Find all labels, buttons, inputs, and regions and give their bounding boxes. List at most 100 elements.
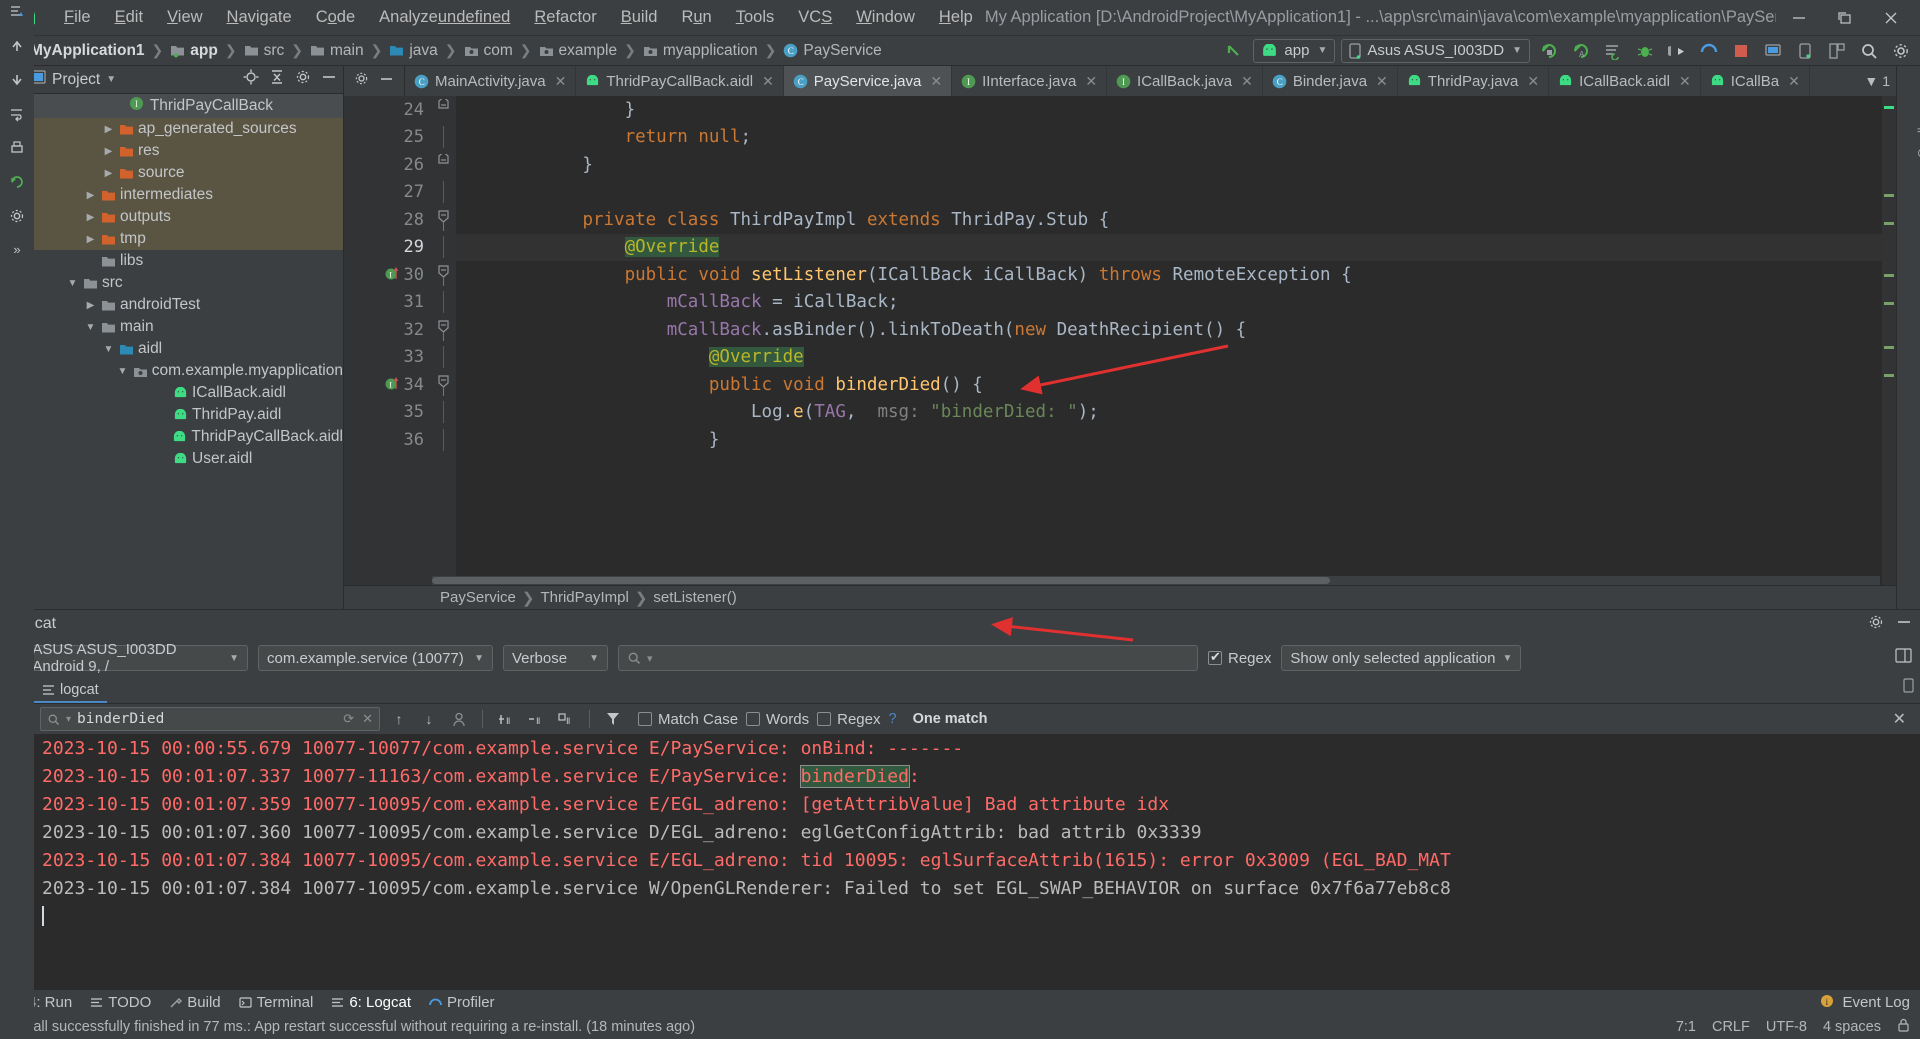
logcat-output[interactable]: 2023-10-15 00:00:55.679 10077-10077/com.… <box>34 734 1920 989</box>
code-line[interactable]: mCallBack = iCallBack; <box>456 289 1896 317</box>
line-number[interactable]: I 34 <box>344 371 430 399</box>
menu-analyze[interactable]: Analyzeundefined <box>367 5 522 30</box>
profiler-icon[interactable] <box>1696 39 1722 63</box>
tree-item-thridpay-aidl[interactable]: ThridPay.aidl <box>24 404 343 426</box>
editor-tab-binder-java[interactable]: C Binder.java ✕ <box>1263 66 1398 96</box>
tree-item-src[interactable]: ▼ src <box>24 272 343 294</box>
tree-item-aidl[interactable]: ▼ aidl <box>24 338 343 360</box>
breadcrumb-item-example[interactable]: example <box>539 42 617 60</box>
code-line[interactable] <box>456 179 1896 207</box>
chevron-collapsed-icon[interactable]: ▶ <box>84 212 97 223</box>
menu-file[interactable]: File <box>52 5 103 30</box>
tool-window-build[interactable]: Build <box>169 994 221 1011</box>
editor-tab-icallback-aidl[interactable]: ICallBack.aidl ✕ <box>1549 66 1701 96</box>
menu-navigate[interactable]: Navigate <box>215 5 304 30</box>
fold-marker[interactable] <box>430 289 456 317</box>
log-line[interactable]: 2023-10-15 00:01:07.337 10077-11163/com.… <box>34 762 1920 790</box>
fold-marker[interactable] <box>430 344 456 372</box>
close-icon[interactable]: ✕ <box>930 73 942 90</box>
menu-tools[interactable]: Tools <box>724 5 787 30</box>
remove-occurrence-icon[interactable]: Ⅱ <box>525 708 547 730</box>
fold-marker[interactable] <box>430 206 456 234</box>
fold-marker[interactable] <box>430 426 456 454</box>
fold-marker[interactable] <box>430 124 456 152</box>
error-stripe[interactable] <box>1882 96 1896 585</box>
menu-help[interactable]: Help <box>927 5 985 30</box>
down-icon[interactable] <box>9 72 25 93</box>
fold-marker[interactable] <box>430 151 456 179</box>
code-content[interactable]: } return null; } private class ThirdPayI… <box>456 96 1896 585</box>
close-icon[interactable]: ✕ <box>362 711 373 727</box>
chevron-down-icon[interactable]: ▼ <box>1864 73 1878 89</box>
tree-item-icallback-aidl[interactable]: ICallBack.aidl <box>24 382 343 404</box>
select-all-occurrences-icon[interactable]: Ⅱ <box>555 708 577 730</box>
line-number[interactable]: 31 <box>344 289 430 317</box>
run-with-coverage-icon[interactable]: A <box>1568 39 1594 63</box>
settings-icon[interactable] <box>354 71 369 91</box>
menu-run[interactable]: Run <box>669 5 723 30</box>
code-line[interactable]: @Override <box>456 344 1896 372</box>
fold-marker[interactable] <box>430 371 456 399</box>
tree-item-thridpaycallback-aidl[interactable]: ThridPayCallBack.aidl <box>24 426 343 448</box>
close-icon[interactable]: ✕ <box>1788 73 1800 90</box>
tool-window-terminal[interactable]: Terminal <box>239 994 313 1011</box>
caret-position[interactable]: 7:1 <box>1676 1019 1696 1035</box>
sidebar-item-gradle[interactable]: Gradle <box>1916 120 1920 158</box>
process-selector-combo[interactable]: com.example.service (10077) ▼ <box>258 645 493 671</box>
tree-item-intermediates[interactable]: ▶ intermediates <box>24 184 343 206</box>
close-icon[interactable]: ✕ <box>555 73 567 90</box>
breadcrumb-item-payservice[interactable]: C PayService <box>783 42 882 60</box>
restart-icon[interactable] <box>9 174 25 195</box>
line-separator[interactable]: CRLF <box>1712 1019 1750 1035</box>
code-line[interactable]: public void binderDied() { <box>456 371 1896 399</box>
logcat-scope-combo[interactable]: Show only selected application ▼ <box>1281 645 1522 671</box>
fold-marker[interactable] <box>430 179 456 207</box>
menu-build[interactable]: Build <box>609 5 670 30</box>
menu-edit[interactable]: Edit <box>103 5 155 30</box>
code-editor[interactable]: 24 25 26 27 28 29 I 30 31 32 33 I 34 35 36 } return nu… <box>344 96 1896 585</box>
log-line[interactable]: 2023-10-15 00:01:07.384 10077-10095/com.… <box>34 874 1920 902</box>
sdk-manager-icon[interactable] <box>1760 39 1786 63</box>
tree-item-androidtest[interactable]: ▶ androidTest <box>24 294 343 316</box>
split-view-icon[interactable] <box>1895 648 1912 668</box>
code-breadcrumb-thridpayimpl[interactable]: ThridPayImpl <box>540 589 628 606</box>
log-level-combo[interactable]: Verbose ▼ <box>503 645 608 671</box>
close-find-icon[interactable]: ✕ <box>1893 709 1914 729</box>
line-number[interactable]: 33 <box>344 344 430 372</box>
settings-icon[interactable] <box>1888 39 1914 63</box>
close-button[interactable] <box>1868 1 1914 35</box>
filter-occurrences-icon[interactable] <box>448 708 470 730</box>
line-number[interactable]: 35 <box>344 399 430 427</box>
minimize-button[interactable] <box>1776 1 1822 35</box>
line-number[interactable]: 28 <box>344 206 430 234</box>
maximize-button[interactable] <box>1822 1 1868 35</box>
fold-marker[interactable] <box>430 261 456 289</box>
tree-item-outputs[interactable]: ▶ outputs <box>24 206 343 228</box>
close-icon[interactable]: ✕ <box>1679 73 1691 90</box>
tree-item-main[interactable]: ▼ main <box>24 316 343 338</box>
fold-marker[interactable] <box>430 399 456 427</box>
tool-window-6--logcat[interactable]: 6: Logcat <box>331 994 411 1011</box>
code-line[interactable]: private class ThirdPayImpl extends Thrid… <box>456 206 1896 234</box>
find-regex-checkbox[interactable]: Regex <box>817 711 880 728</box>
close-icon[interactable]: ✕ <box>1241 73 1253 90</box>
menu-code[interactable]: Code <box>304 5 367 30</box>
breadcrumb-item-myapplication[interactable]: myapplication <box>643 42 758 60</box>
code-line[interactable]: public void setListener(ICallBack iCallB… <box>456 261 1896 289</box>
attach-debugger-icon[interactable] <box>1664 39 1690 63</box>
line-number[interactable]: 25 <box>344 124 430 152</box>
breadcrumb-item-main[interactable]: main <box>310 42 364 60</box>
find-prev-button[interactable]: ↑ <box>388 708 410 730</box>
tree-item-com-example-myapplication[interactable]: ▼ com.example.myapplication <box>24 360 343 382</box>
scroll-to-end-icon[interactable] <box>9 4 25 25</box>
editor-tab-iinterface-java[interactable]: I IInterface.java ✕ <box>952 66 1108 96</box>
code-folding-column[interactable] <box>430 96 456 585</box>
editor-horizontal-scrollbar[interactable] <box>432 576 1880 585</box>
tab-logcat[interactable]: logcat <box>34 680 107 703</box>
apply-changes-icon[interactable] <box>1600 39 1626 63</box>
indent-setting[interactable]: 4 spaces <box>1823 1019 1881 1035</box>
chevron-collapsed-icon[interactable]: ▶ <box>102 124 115 135</box>
chevron-expanded-icon[interactable]: ▼ <box>102 344 115 355</box>
editor-tab-thridpaycallback-aidl[interactable]: ThridPayCallBack.aidl ✕ <box>576 66 784 96</box>
editor-tab-payservice-java[interactable]: C PayService.java ✕ <box>783 66 953 96</box>
